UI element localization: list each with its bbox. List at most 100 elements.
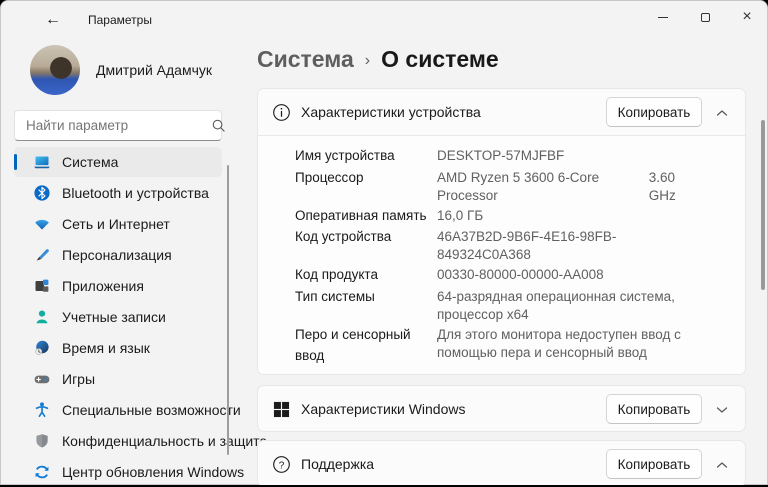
maximize-icon	[701, 13, 710, 22]
spec-label: Оперативная память	[295, 205, 437, 227]
device-spec-list: Имя устройстваDESKTOP-57MJFBFПроцессорAM…	[258, 136, 745, 375]
windows-expand-button[interactable]	[707, 394, 737, 424]
spec-label: Код устройства	[295, 226, 437, 248]
window-controls: ×	[642, 0, 768, 40]
spec-row: Перо и сенсорный вводДля этого монитора …	[258, 324, 745, 367]
spec-row: Оперативная память16,0 ГБ	[258, 205, 745, 227]
windows-update-icon	[33, 463, 51, 481]
search-input[interactable]	[15, 118, 211, 133]
time-language-icon	[33, 339, 51, 357]
chevron-down-icon	[716, 402, 728, 417]
windows-copy-button[interactable]: Копировать	[606, 394, 702, 424]
spec-value: 64-разрядная операционная система, проце…	[437, 286, 702, 324]
user-profile[interactable]: Дмитрий Адамчук	[30, 45, 212, 95]
minimize-button[interactable]	[642, 0, 684, 34]
bluetooth-icon	[33, 184, 51, 202]
sidebar-item-windows-update[interactable]: Центр обновления Windows	[14, 457, 222, 485]
sidebar-item-label: Центр обновления Windows	[62, 464, 244, 480]
device-copy-button[interactable]: Копировать	[606, 97, 702, 127]
spec-label: Код продукта	[295, 264, 437, 286]
sidebar-item-personalization[interactable]: Персонализация	[14, 240, 222, 270]
sidebar: Дмитрий Адамчук Система Bluetooth и устро…	[0, 40, 240, 485]
svg-text:?: ?	[278, 460, 284, 471]
privacy-icon	[33, 432, 51, 450]
support-collapse-button[interactable]	[707, 449, 737, 479]
gaming-icon	[33, 370, 51, 388]
info-icon	[271, 102, 291, 122]
spec-value: AMD Ryzen 5 3600 6-Core Processor3.60 GH…	[437, 167, 702, 205]
device-specs-header[interactable]: Характеристики устройства Копировать	[258, 89, 745, 135]
spec-value: 00330-80000-00000-AA008	[437, 264, 702, 284]
sidebar-item-privacy[interactable]: Конфиденциальность и защита	[14, 426, 222, 456]
sidebar-item-label: Специальные возможности	[62, 402, 241, 418]
back-icon: ←	[45, 11, 61, 29]
sidebar-item-label: Конфиденциальность и защита	[62, 433, 267, 449]
main-scrollbar[interactable]	[761, 120, 765, 290]
spec-row: Код продукта00330-80000-00000-AA008	[258, 264, 745, 286]
spec-row: ПроцессорAMD Ryzen 5 3600 6-Core Process…	[258, 167, 745, 205]
user-avatar	[30, 45, 80, 95]
sidebar-item-system[interactable]: Система	[14, 147, 222, 177]
sidebar-item-accounts[interactable]: Учетные записи	[14, 302, 222, 332]
back-button[interactable]: ←	[40, 7, 66, 33]
accessibility-icon	[33, 401, 51, 419]
sidebar-item-accessibility[interactable]: Специальные возможности	[14, 395, 222, 425]
support-copy-button[interactable]: Копировать	[606, 449, 702, 479]
sidebar-item-apps[interactable]: Приложения	[14, 271, 222, 301]
apps-icon	[33, 277, 51, 295]
personalization-icon	[33, 246, 51, 264]
page-title: О системе	[381, 46, 499, 73]
sidebar-item-label: Персонализация	[62, 247, 172, 263]
sidebar-item-time-language[interactable]: Время и язык	[14, 333, 222, 363]
breadcrumb-separator-icon: ›	[365, 52, 370, 70]
windows-logo-icon	[271, 399, 291, 419]
spec-row: Код устройства46A37B2D-9B6F-4E16-98FB-84…	[258, 226, 745, 264]
help-icon: ?	[271, 454, 291, 474]
spec-label: Процессор	[295, 167, 437, 189]
chevron-up-icon	[716, 105, 728, 120]
titlebar: ← Параметры ×	[0, 0, 768, 40]
sidebar-nav: Система Bluetooth и устройства Сеть и Инте…	[14, 147, 222, 485]
spec-value: DESKTOP-57MJFBF	[437, 145, 702, 165]
sidebar-item-gaming[interactable]: Игры	[14, 364, 222, 394]
sidebar-item-network[interactable]: Сеть и Интернет	[14, 209, 222, 239]
windows-specs-card: Характеристики Windows Копировать	[257, 385, 746, 432]
sidebar-item-label: Сеть и Интернет	[62, 216, 170, 232]
device-specs-title: Характеристики устройства	[301, 104, 606, 120]
sidebar-item-label: Игры	[62, 371, 95, 387]
sidebar-scrollbar[interactable]	[227, 165, 229, 455]
main-content: Система › О системе Характеристики устро…	[255, 40, 768, 485]
support-title: Поддержка	[301, 456, 606, 472]
sidebar-item-label: Приложения	[62, 278, 144, 294]
network-icon	[33, 215, 51, 233]
spec-label: Имя устройства	[295, 145, 437, 167]
maximize-button[interactable]	[684, 0, 726, 34]
device-collapse-button[interactable]	[707, 97, 737, 127]
spec-value: 46A37B2D-9B6F-4E16-98FB-849324C0A368	[437, 226, 702, 264]
windows-specs-title: Характеристики Windows	[301, 401, 606, 417]
sidebar-item-label: Bluetooth и устройства	[62, 185, 209, 201]
breadcrumb-parent[interactable]: Система	[257, 46, 354, 73]
sidebar-item-label: Система	[62, 154, 118, 170]
chevron-up-icon	[716, 457, 728, 472]
device-specs-card: Характеристики устройства Копировать Имя…	[257, 88, 746, 375]
search-icon	[211, 118, 226, 133]
spec-value: 16,0 ГБ	[437, 205, 702, 225]
windows-specs-header[interactable]: Характеристики Windows Копировать	[258, 386, 745, 432]
search-box	[14, 110, 222, 141]
sidebar-item-bluetooth[interactable]: Bluetooth и устройства	[14, 178, 222, 208]
system-icon	[33, 153, 51, 171]
spec-value: Для этого монитора недоступен ввод с пом…	[437, 324, 702, 362]
support-header[interactable]: ? Поддержка Копировать	[258, 441, 745, 485]
user-name: Дмитрий Адамчук	[96, 62, 212, 78]
close-button[interactable]: ×	[726, 0, 768, 34]
settings-window: ← Параметры × Дмитрий Адамчук Система Blu…	[0, 0, 768, 485]
sidebar-item-label: Время и язык	[62, 340, 150, 356]
spec-row: Имя устройстваDESKTOP-57MJFBF	[258, 145, 745, 167]
spec-label: Перо и сенсорный ввод	[295, 324, 437, 367]
window-title: Параметры	[88, 13, 152, 27]
close-icon: ×	[742, 9, 751, 25]
spec-extra-value: 3.60 GHz	[649, 169, 702, 205]
breadcrumb: Система › О системе	[257, 46, 499, 73]
spec-label: Тип системы	[295, 286, 437, 308]
